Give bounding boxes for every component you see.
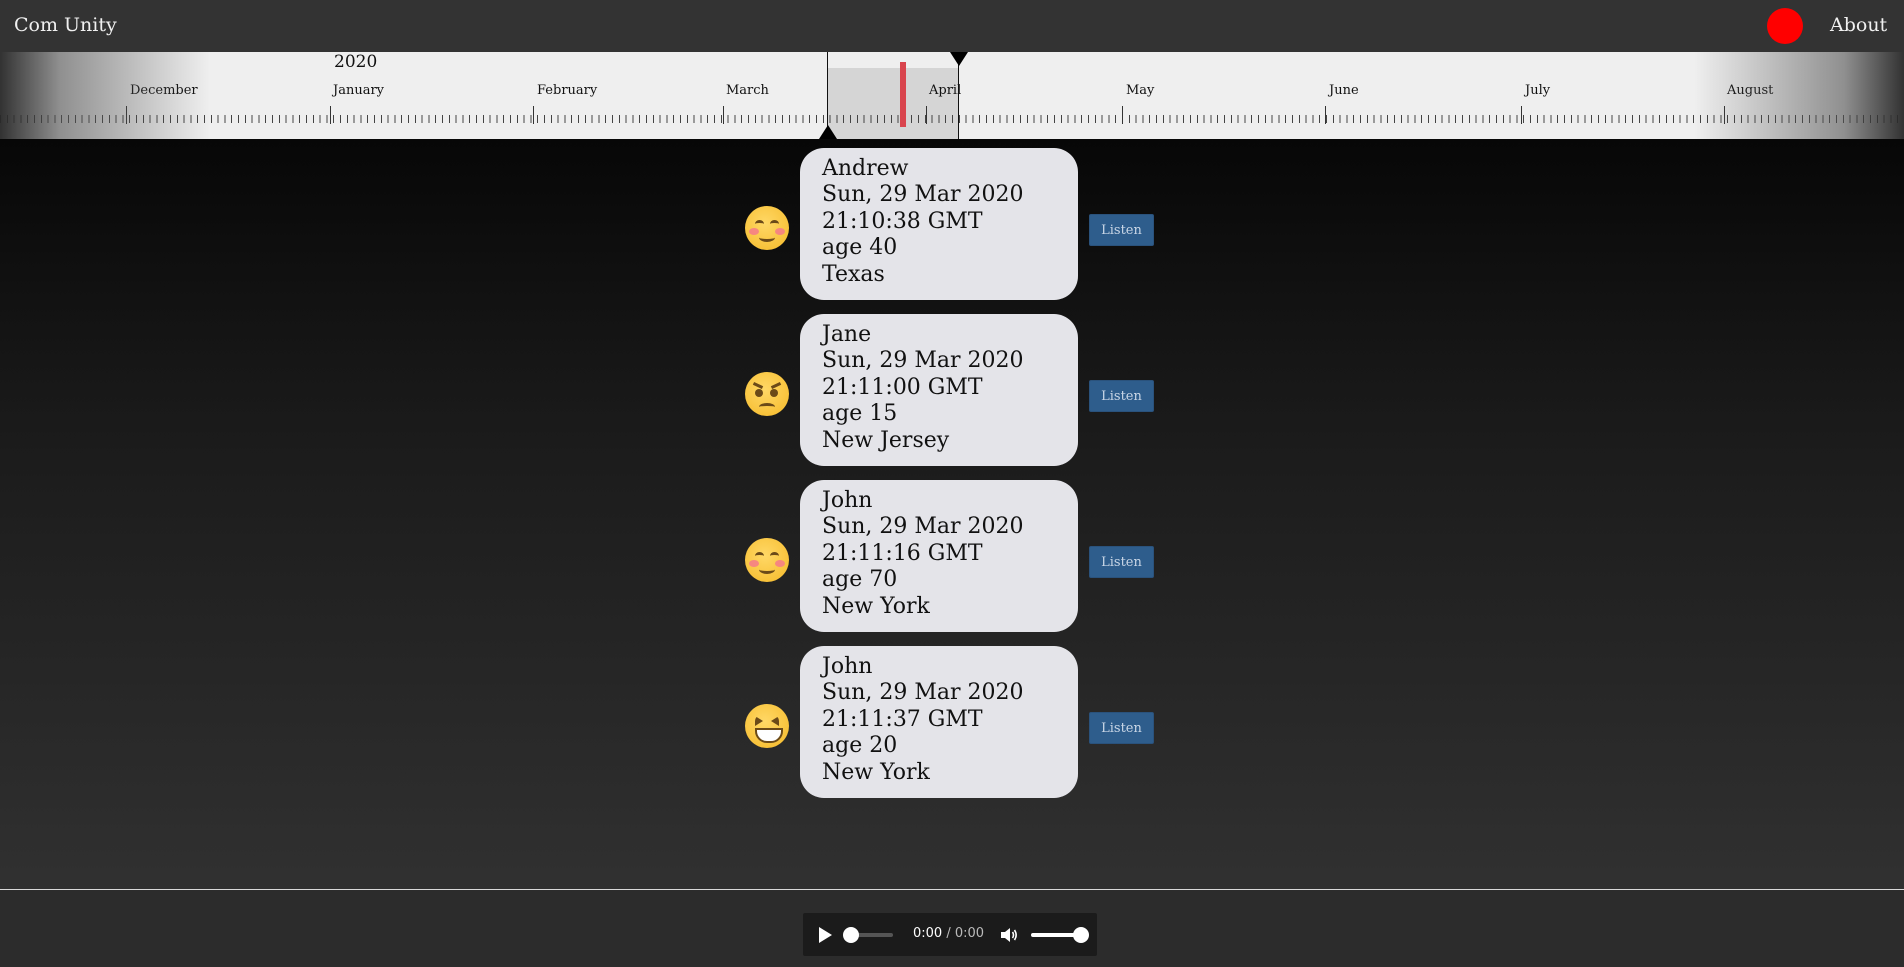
message-date: Sun, 29 Mar 2020 xyxy=(822,348,1024,374)
message-author: Jane xyxy=(822,322,872,347)
audio-player: 0:00 / 0:00 xyxy=(803,913,1097,956)
timeline-month-label: March xyxy=(726,83,769,98)
timeline-month-tick xyxy=(126,106,127,124)
volume-knob[interactable] xyxy=(1073,927,1089,943)
timeline-month-label: December xyxy=(130,83,198,98)
listen-button[interactable]: Listen xyxy=(1089,546,1154,578)
app-title: Com Unity xyxy=(14,14,117,36)
message-time: 21:11:16 GMT xyxy=(822,540,983,566)
duration: 0:00 xyxy=(954,926,985,941)
message-location: New Jersey xyxy=(822,427,950,453)
message-bubble: John Sun, 29 Mar 2020 21:11:37 GMT age 2… xyxy=(800,646,1078,798)
top-bar: Com Unity About xyxy=(0,0,1904,52)
record-button[interactable] xyxy=(1767,8,1803,44)
message-author: John xyxy=(822,654,873,679)
message-age: age 70 xyxy=(822,567,898,593)
timeline-month-tick xyxy=(1724,106,1725,124)
message-time: 21:10:38 GMT xyxy=(822,208,983,234)
timeline-month-tick xyxy=(723,106,724,124)
play-icon[interactable] xyxy=(819,927,832,943)
timeline-year-label: 2020 xyxy=(334,52,378,72)
message-location: New York xyxy=(822,593,930,619)
timeline-month-tick xyxy=(533,106,534,124)
timeline-month-tick xyxy=(330,106,331,124)
message-date: Sun, 29 Mar 2020 xyxy=(822,680,1024,706)
about-link[interactable]: About xyxy=(1830,14,1887,36)
timeline-month-tick xyxy=(926,106,927,124)
timeline-month-label: February xyxy=(537,83,598,98)
range-end-handle[interactable] xyxy=(950,52,968,66)
range-start-handle[interactable] xyxy=(819,125,837,139)
message-date: Sun, 29 Mar 2020 xyxy=(822,514,1024,540)
timeline-month-label: January xyxy=(333,83,385,98)
timeline-ticks xyxy=(0,115,1904,123)
message-item: John Sun, 29 Mar 2020 21:11:16 GMT age 7… xyxy=(745,480,1155,632)
current-time: 0:00 xyxy=(913,926,943,941)
message-item: Jane Sun, 29 Mar 2020 21:11:00 GMT age 1… xyxy=(745,314,1155,466)
message-location: Texas xyxy=(822,261,885,287)
message-author: Andrew xyxy=(822,156,909,181)
timeline-fade-right xyxy=(1694,52,1904,139)
timeline-month-label: April xyxy=(929,83,962,98)
time-display: 0:00 / 0:00 xyxy=(913,926,984,941)
timeline-month-label: June xyxy=(1329,83,1359,98)
timeline-month-label: August xyxy=(1727,83,1774,98)
volume-icon[interactable] xyxy=(999,925,1019,945)
timeline-month-label: May xyxy=(1126,83,1155,98)
footer: 0:00 / 0:00 xyxy=(0,889,1904,967)
listen-button[interactable]: Listen xyxy=(1089,712,1154,744)
seek-knob[interactable] xyxy=(843,927,859,943)
laughing-squint-emoji-icon xyxy=(745,704,789,748)
message-author: John xyxy=(822,488,873,513)
angry-face-emoji-icon xyxy=(745,372,789,416)
timeline-selected-range[interactable] xyxy=(827,68,959,139)
message-date: Sun, 29 Mar 2020 xyxy=(822,182,1024,208)
message-bubble: Jane Sun, 29 Mar 2020 21:11:00 GMT age 1… xyxy=(800,314,1078,466)
message-item: Andrew Sun, 29 Mar 2020 21:10:38 GMT age… xyxy=(745,148,1155,300)
timeline-month-tick xyxy=(1122,106,1123,124)
smiling-blush-emoji-icon xyxy=(745,206,789,250)
message-location: New York xyxy=(822,759,930,785)
message-item: John Sun, 29 Mar 2020 21:11:37 GMT age 2… xyxy=(745,646,1155,798)
listen-button[interactable]: Listen xyxy=(1089,214,1154,246)
timeline-month-label: July xyxy=(1525,83,1551,98)
volume-slider[interactable] xyxy=(1031,927,1089,943)
listen-button[interactable]: Listen xyxy=(1089,380,1154,412)
message-age: age 15 xyxy=(822,401,898,427)
message-age: age 20 xyxy=(822,733,898,759)
timeline-month-tick xyxy=(1325,106,1326,124)
seek-slider[interactable] xyxy=(843,927,893,943)
timeline[interactable]: 2020 December January February March Apr… xyxy=(0,52,1904,139)
message-time: 21:11:00 GMT xyxy=(822,374,983,400)
message-bubble: John Sun, 29 Mar 2020 21:11:16 GMT age 7… xyxy=(800,480,1078,632)
timeline-month-tick xyxy=(1521,106,1522,124)
current-position-marker xyxy=(900,62,906,127)
smiling-blush-emoji-icon xyxy=(745,538,789,582)
message-bubble: Andrew Sun, 29 Mar 2020 21:10:38 GMT age… xyxy=(800,148,1078,300)
message-age: age 40 xyxy=(822,235,898,261)
message-time: 21:11:37 GMT xyxy=(822,706,983,732)
time-separator: / xyxy=(942,926,955,941)
